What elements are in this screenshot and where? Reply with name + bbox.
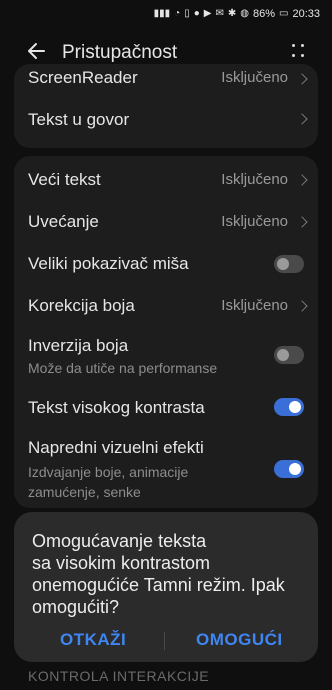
large-pointer-toggle[interactable] bbox=[274, 255, 304, 273]
large-pointer-label: Veliki pokazivač miša bbox=[28, 254, 189, 273]
confirm-dialog: Omogućavanje teksta sa visokim kontrasto… bbox=[14, 512, 318, 662]
chevron-right-icon bbox=[296, 73, 308, 85]
larger-text-row[interactable]: Veći tekst Isključeno bbox=[14, 164, 318, 194]
advanced-visual-effects-subtitle-2: zamućenje, senke bbox=[28, 484, 141, 500]
enable-button[interactable]: OMOGUĆI bbox=[196, 630, 283, 650]
advanced-visual-effects-subtitle-1: Izdvajanje boje, animacije bbox=[28, 464, 189, 480]
dialog-message-line: onemogućiće Tamni režim. Ipak bbox=[32, 575, 285, 595]
mute-icon: ◍ bbox=[240, 8, 249, 19]
video-icon: ▶ bbox=[203, 8, 212, 19]
settings-card-top: ScreenReader Isključeno Tekst u govor bbox=[14, 64, 318, 148]
color-inversion-label: Inverzija boja bbox=[28, 336, 129, 355]
dialog-message: Omogućavanje teksta sa visokim kontrasto… bbox=[32, 530, 304, 618]
clock: 20:33 bbox=[292, 8, 320, 20]
chevron-right-icon bbox=[296, 113, 308, 125]
screenreader-label: ScreenReader bbox=[28, 68, 138, 87]
back-arrow-icon[interactable] bbox=[26, 40, 48, 62]
battery-icon: ▭ bbox=[279, 8, 289, 19]
color-inversion-row[interactable]: Inverzija boja Može da utiče na performa… bbox=[14, 332, 318, 378]
large-pointer-row[interactable]: Veliki pokazivač miša bbox=[14, 248, 318, 278]
dialog-message-line: sa visokim kontrastom bbox=[32, 553, 211, 573]
status-bar: ▮▮▮ ◔ ▯ ● ▶ ✉ ✱ ◍ 86% ▭ 20:33 bbox=[0, 0, 332, 34]
larger-text-value: Isključeno bbox=[221, 171, 288, 188]
high-contrast-text-toggle[interactable] bbox=[274, 398, 304, 416]
high-contrast-text-label: Tekst visokog kontrasta bbox=[28, 398, 205, 417]
larger-text-label: Veći tekst bbox=[28, 170, 101, 189]
nfc-icon: ▯ bbox=[184, 8, 190, 19]
color-correction-row[interactable]: Korekcija boja Isključeno bbox=[14, 290, 318, 320]
advanced-visual-effects-toggle[interactable] bbox=[274, 460, 304, 478]
dialog-message-line: omogućiti? bbox=[32, 597, 120, 617]
high-contrast-text-row[interactable]: Tekst visokog kontrasta bbox=[14, 394, 318, 424]
chevron-right-icon bbox=[296, 300, 308, 312]
status-icons: ▮▮▮ ◔ ▯ ● ▶ ✉ ✱ ◍ 86% ▭ 20:33 bbox=[154, 8, 320, 20]
text-to-speech-row[interactable]: Tekst u govor bbox=[14, 98, 318, 138]
section-header-interaction: KONTROLA INTERAKCIJE bbox=[28, 668, 210, 684]
wifi-icon: ◔ bbox=[174, 8, 181, 19]
screenreader-row[interactable]: ScreenReader Isključeno bbox=[14, 64, 318, 90]
chevron-right-icon bbox=[296, 174, 308, 186]
color-correction-value: Isključeno bbox=[221, 297, 288, 314]
magnification-row[interactable]: Uvećanje Isključeno bbox=[14, 206, 318, 236]
magnification-value: Isključeno bbox=[221, 213, 288, 230]
chevron-right-icon bbox=[296, 216, 308, 228]
dialog-message-line: Omogućavanje teksta bbox=[32, 531, 207, 551]
more-options-icon[interactable] bbox=[292, 43, 306, 59]
notification-icon: ● bbox=[193, 8, 200, 19]
page-title: Pristupačnost bbox=[62, 42, 178, 63]
bluetooth-icon: ✱ bbox=[227, 8, 237, 19]
screenreader-value: Isključeno bbox=[221, 69, 288, 86]
color-inversion-subtitle: Može da utiče na performanse bbox=[28, 360, 218, 376]
color-inversion-toggle[interactable] bbox=[274, 346, 304, 364]
button-divider bbox=[164, 632, 165, 650]
magnification-label: Uvećanje bbox=[28, 212, 99, 231]
text-to-speech-label: Tekst u govor bbox=[28, 110, 130, 129]
cancel-button[interactable]: OTKAŽI bbox=[60, 630, 126, 650]
battery-percent: 86% bbox=[252, 8, 276, 20]
advanced-visual-effects-label: Napredni vizuelni efekti bbox=[28, 438, 204, 457]
settings-card-display: Veći tekst Isključeno Uvećanje Isključen… bbox=[14, 156, 318, 508]
mail-icon: ✉ bbox=[215, 8, 224, 19]
signal-icon: ▮▮▮ bbox=[153, 8, 171, 19]
advanced-visual-effects-row[interactable]: Napredni vizuelni efekti Izdvajanje boje… bbox=[14, 436, 318, 506]
color-correction-label: Korekcija boja bbox=[28, 296, 135, 315]
